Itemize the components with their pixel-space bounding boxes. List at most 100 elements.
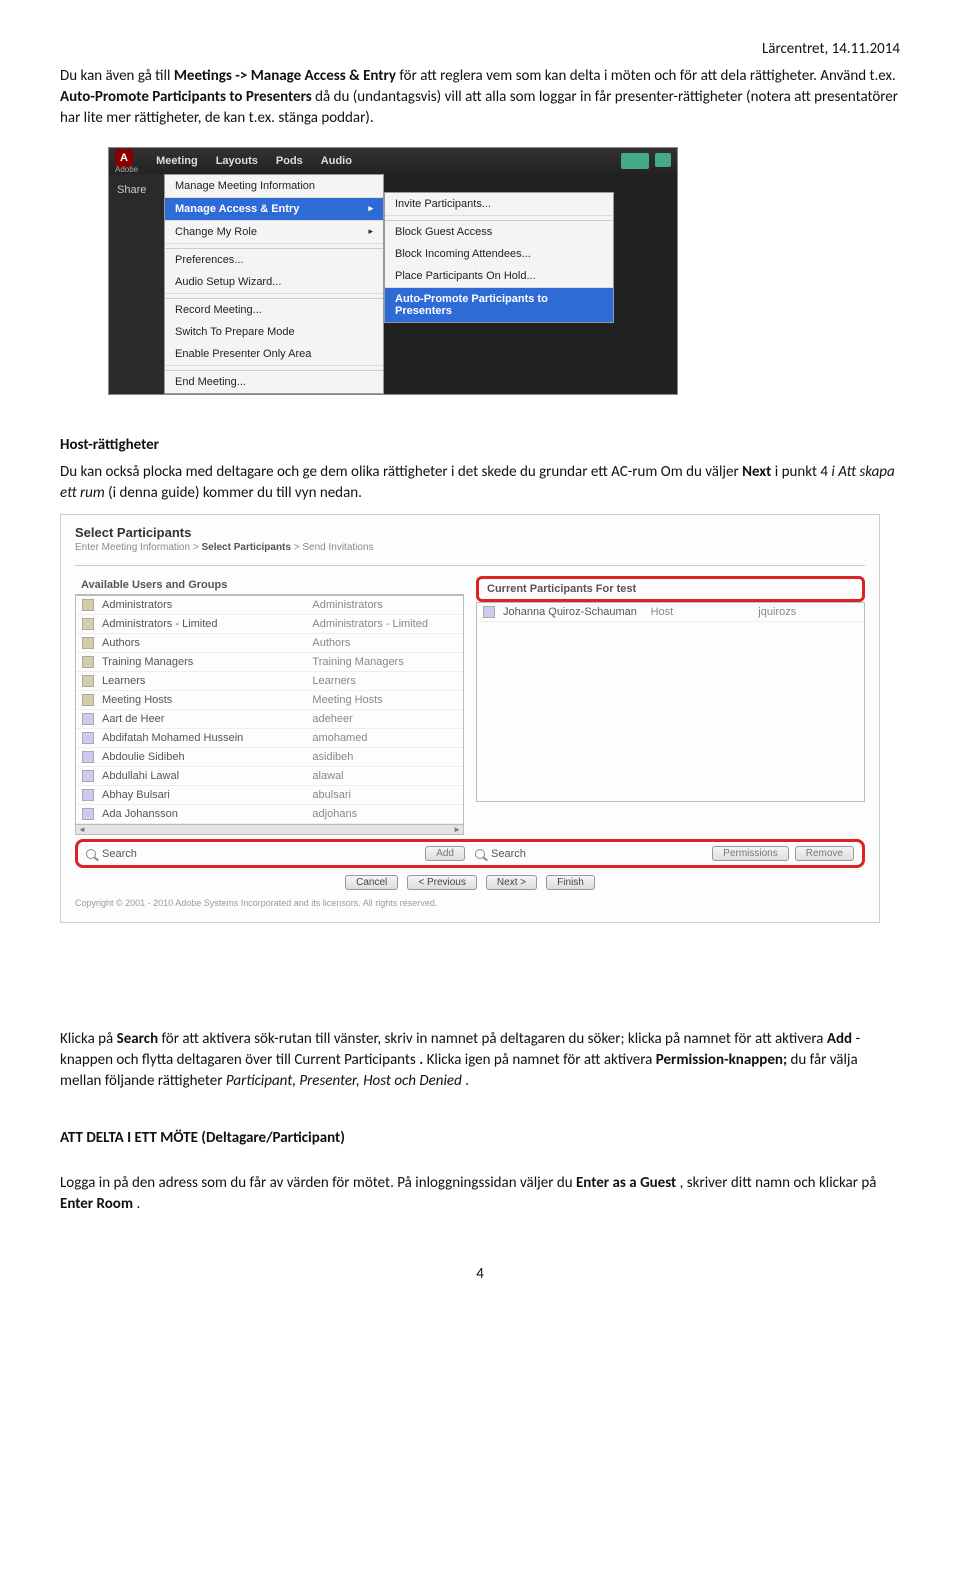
bold-text: Next (742, 463, 775, 481)
list-item[interactable]: Abdifatah Mohamed Husseinamohamed (76, 729, 463, 748)
cancel-button[interactable]: Cancel (345, 875, 398, 890)
menu-item[interactable]: End Meeting... (165, 370, 383, 393)
search-label[interactable]: Search (102, 848, 137, 860)
text: Logga in på den adress som du får av vär… (60, 1174, 576, 1192)
submenu-item-auto-promote[interactable]: Auto-Promote Participants to Presenters (385, 288, 613, 322)
item-role: asidibeh (312, 751, 457, 763)
submenu-item[interactable]: Place Participants On Hold... (385, 265, 613, 288)
bc-step-current: Select Participants (201, 542, 290, 553)
menu-item[interactable]: Change My Role (165, 221, 383, 244)
menu-layouts[interactable]: Layouts (216, 155, 258, 167)
panel-title: Select Participants (75, 525, 865, 540)
search-icon (475, 849, 485, 859)
item-role: Administrators (312, 599, 457, 611)
item-role: alawal (312, 770, 457, 782)
bold-text: Permission-knappen; (656, 1051, 787, 1069)
list-item[interactable]: Meeting HostsMeeting Hosts (76, 691, 463, 710)
text: för att reglera vem som kan delta i möte… (399, 67, 895, 85)
list-item[interactable]: Ada Johanssonadjohans (76, 805, 463, 824)
text: Klicka igen på namnet för att aktivera (427, 1051, 656, 1069)
item-name: Meeting Hosts (102, 694, 304, 706)
group-icon (82, 694, 94, 706)
next-button[interactable]: Next > (486, 875, 537, 890)
permissions-button[interactable]: Permissions (712, 846, 788, 861)
list-item[interactable]: Training ManagersTraining Managers (76, 653, 463, 672)
menu-pods[interactable]: Pods (276, 155, 303, 167)
screenshot-meeting-menu: A Adobe Meeting Layouts Pods Audio Share… (108, 147, 678, 395)
add-button[interactable]: Add (425, 846, 465, 861)
list-item[interactable]: Aart de Heeradeheer (76, 710, 463, 729)
item-name: Learners (102, 675, 304, 687)
menu-meeting[interactable]: Meeting (156, 155, 198, 167)
current-list[interactable]: Johanna Quiroz-SchaumanHostjquirozs (476, 602, 865, 802)
menu-audio[interactable]: Audio (321, 155, 352, 167)
list-item[interactable]: Abhay Bulsariabulsari (76, 786, 463, 805)
app-topbar: A Adobe Meeting Layouts Pods Audio (109, 148, 677, 174)
bc-step: Send Invitations (302, 542, 373, 553)
share-pod-label: Share (109, 180, 164, 200)
divider (75, 565, 865, 566)
user-icon (82, 770, 94, 782)
text: , skriver ditt namn och klickar på (680, 1174, 877, 1192)
user-icon (82, 713, 94, 725)
logo-icon: A (115, 149, 133, 167)
bold-text: Add (827, 1030, 852, 1048)
bold-text: Auto-Promote Participants to Presenters (60, 88, 312, 106)
login-paragraph: Logga in på den adress som du får av vär… (60, 1173, 900, 1215)
group-icon (82, 618, 94, 630)
user-icon (483, 606, 495, 618)
copyright: Copyright © 2001 - 2010 Adobe Systems In… (75, 898, 865, 908)
text: Klicka på (60, 1030, 117, 1048)
scrollbar[interactable] (76, 824, 463, 834)
current-header-highlighted: Current Participants For test (476, 576, 865, 602)
menu-item[interactable]: Enable Presenter Only Area (165, 343, 383, 366)
available-header: Available Users and Groups (75, 576, 464, 595)
list-item[interactable]: AuthorsAuthors (76, 634, 463, 653)
previous-button[interactable]: < Previous (407, 875, 477, 890)
menu-item[interactable]: Preferences... (165, 248, 383, 271)
mic-icon[interactable] (655, 153, 671, 167)
text: Du kan också plocka med deltagare och ge… (60, 463, 742, 481)
list-item[interactable]: Johanna Quiroz-SchaumanHostjquirozs (477, 603, 864, 622)
item-role: adeheer (312, 713, 457, 725)
menu-item-access-entry[interactable]: Manage Access & Entry (165, 198, 383, 221)
user-icon (82, 751, 94, 763)
menu-item[interactable]: Manage Meeting Information (165, 175, 383, 198)
menu-item[interactable]: Record Meeting... (165, 298, 383, 321)
item-role: amohamed (312, 732, 457, 744)
finish-button[interactable]: Finish (546, 875, 595, 890)
logo-sub: Adobe (115, 165, 138, 174)
italic-text: Participant, Presenter, Host och Denied (226, 1072, 462, 1090)
text: . (136, 1195, 140, 1213)
user-icon (82, 808, 94, 820)
item-name: Authors (102, 637, 304, 649)
item-name: Training Managers (102, 656, 304, 668)
submenu-item[interactable]: Invite Participants... (385, 193, 613, 216)
current-column: Current Participants For test Johanna Qu… (476, 576, 865, 835)
meeting-dropdown: Manage Meeting Information Manage Access… (164, 174, 384, 394)
remove-button[interactable]: Remove (795, 846, 854, 861)
item-name: Abhay Bulsari (102, 789, 304, 801)
intro-paragraph: Du kan även gå till Meetings -> Manage A… (60, 66, 900, 129)
submenu-item[interactable]: Block Incoming Attendees... (385, 243, 613, 265)
list-item[interactable]: LearnersLearners (76, 672, 463, 691)
search-label[interactable]: Search (491, 848, 526, 860)
access-entry-submenu: Invite Participants... Block Guest Acces… (384, 192, 614, 323)
text: i punkt 4 (775, 463, 832, 481)
available-list[interactable]: AdministratorsAdministratorsAdministrato… (75, 595, 464, 835)
list-item[interactable]: AdministratorsAdministrators (76, 596, 463, 615)
menu-item[interactable]: Switch To Prepare Mode (165, 321, 383, 343)
list-item[interactable]: Abdullahi Lawalalawal (76, 767, 463, 786)
speaker-icon[interactable] (621, 153, 649, 169)
item-name: Abdoulie Sidibeh (102, 751, 304, 763)
list-item[interactable]: Abdoulie Sidibeh asidibeh (76, 748, 463, 767)
item-name: Ada Johansson (102, 808, 304, 820)
group-icon (82, 675, 94, 687)
text: Du kan även gå till (60, 67, 174, 85)
list-item[interactable]: Administrators - LimitedAdministrators -… (76, 615, 463, 634)
search-icon (86, 849, 96, 859)
item-role: Host (651, 606, 751, 618)
submenu-item[interactable]: Block Guest Access (385, 220, 613, 243)
text: . (465, 1072, 469, 1090)
menu-item[interactable]: Audio Setup Wizard... (165, 271, 383, 294)
